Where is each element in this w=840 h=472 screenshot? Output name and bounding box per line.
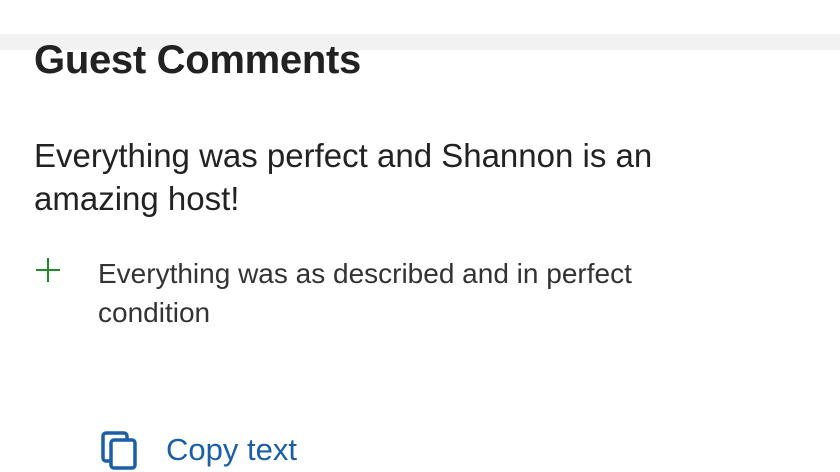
plus-icon [36,258,60,282]
copy-icon [101,431,137,470]
copy-text-button[interactable]: Copy text [100,430,297,470]
comment-headline: Everything was perfect and Shannon is an… [34,137,653,217]
pro-item-text: Everything was as described and in perfe… [98,258,632,328]
top-blank-area [0,0,840,34]
copy-text-label: Copy text [166,432,297,467]
pro-item: Everything was as described and in perfe… [34,256,794,336]
section-title: Guest Comments [34,38,361,82]
